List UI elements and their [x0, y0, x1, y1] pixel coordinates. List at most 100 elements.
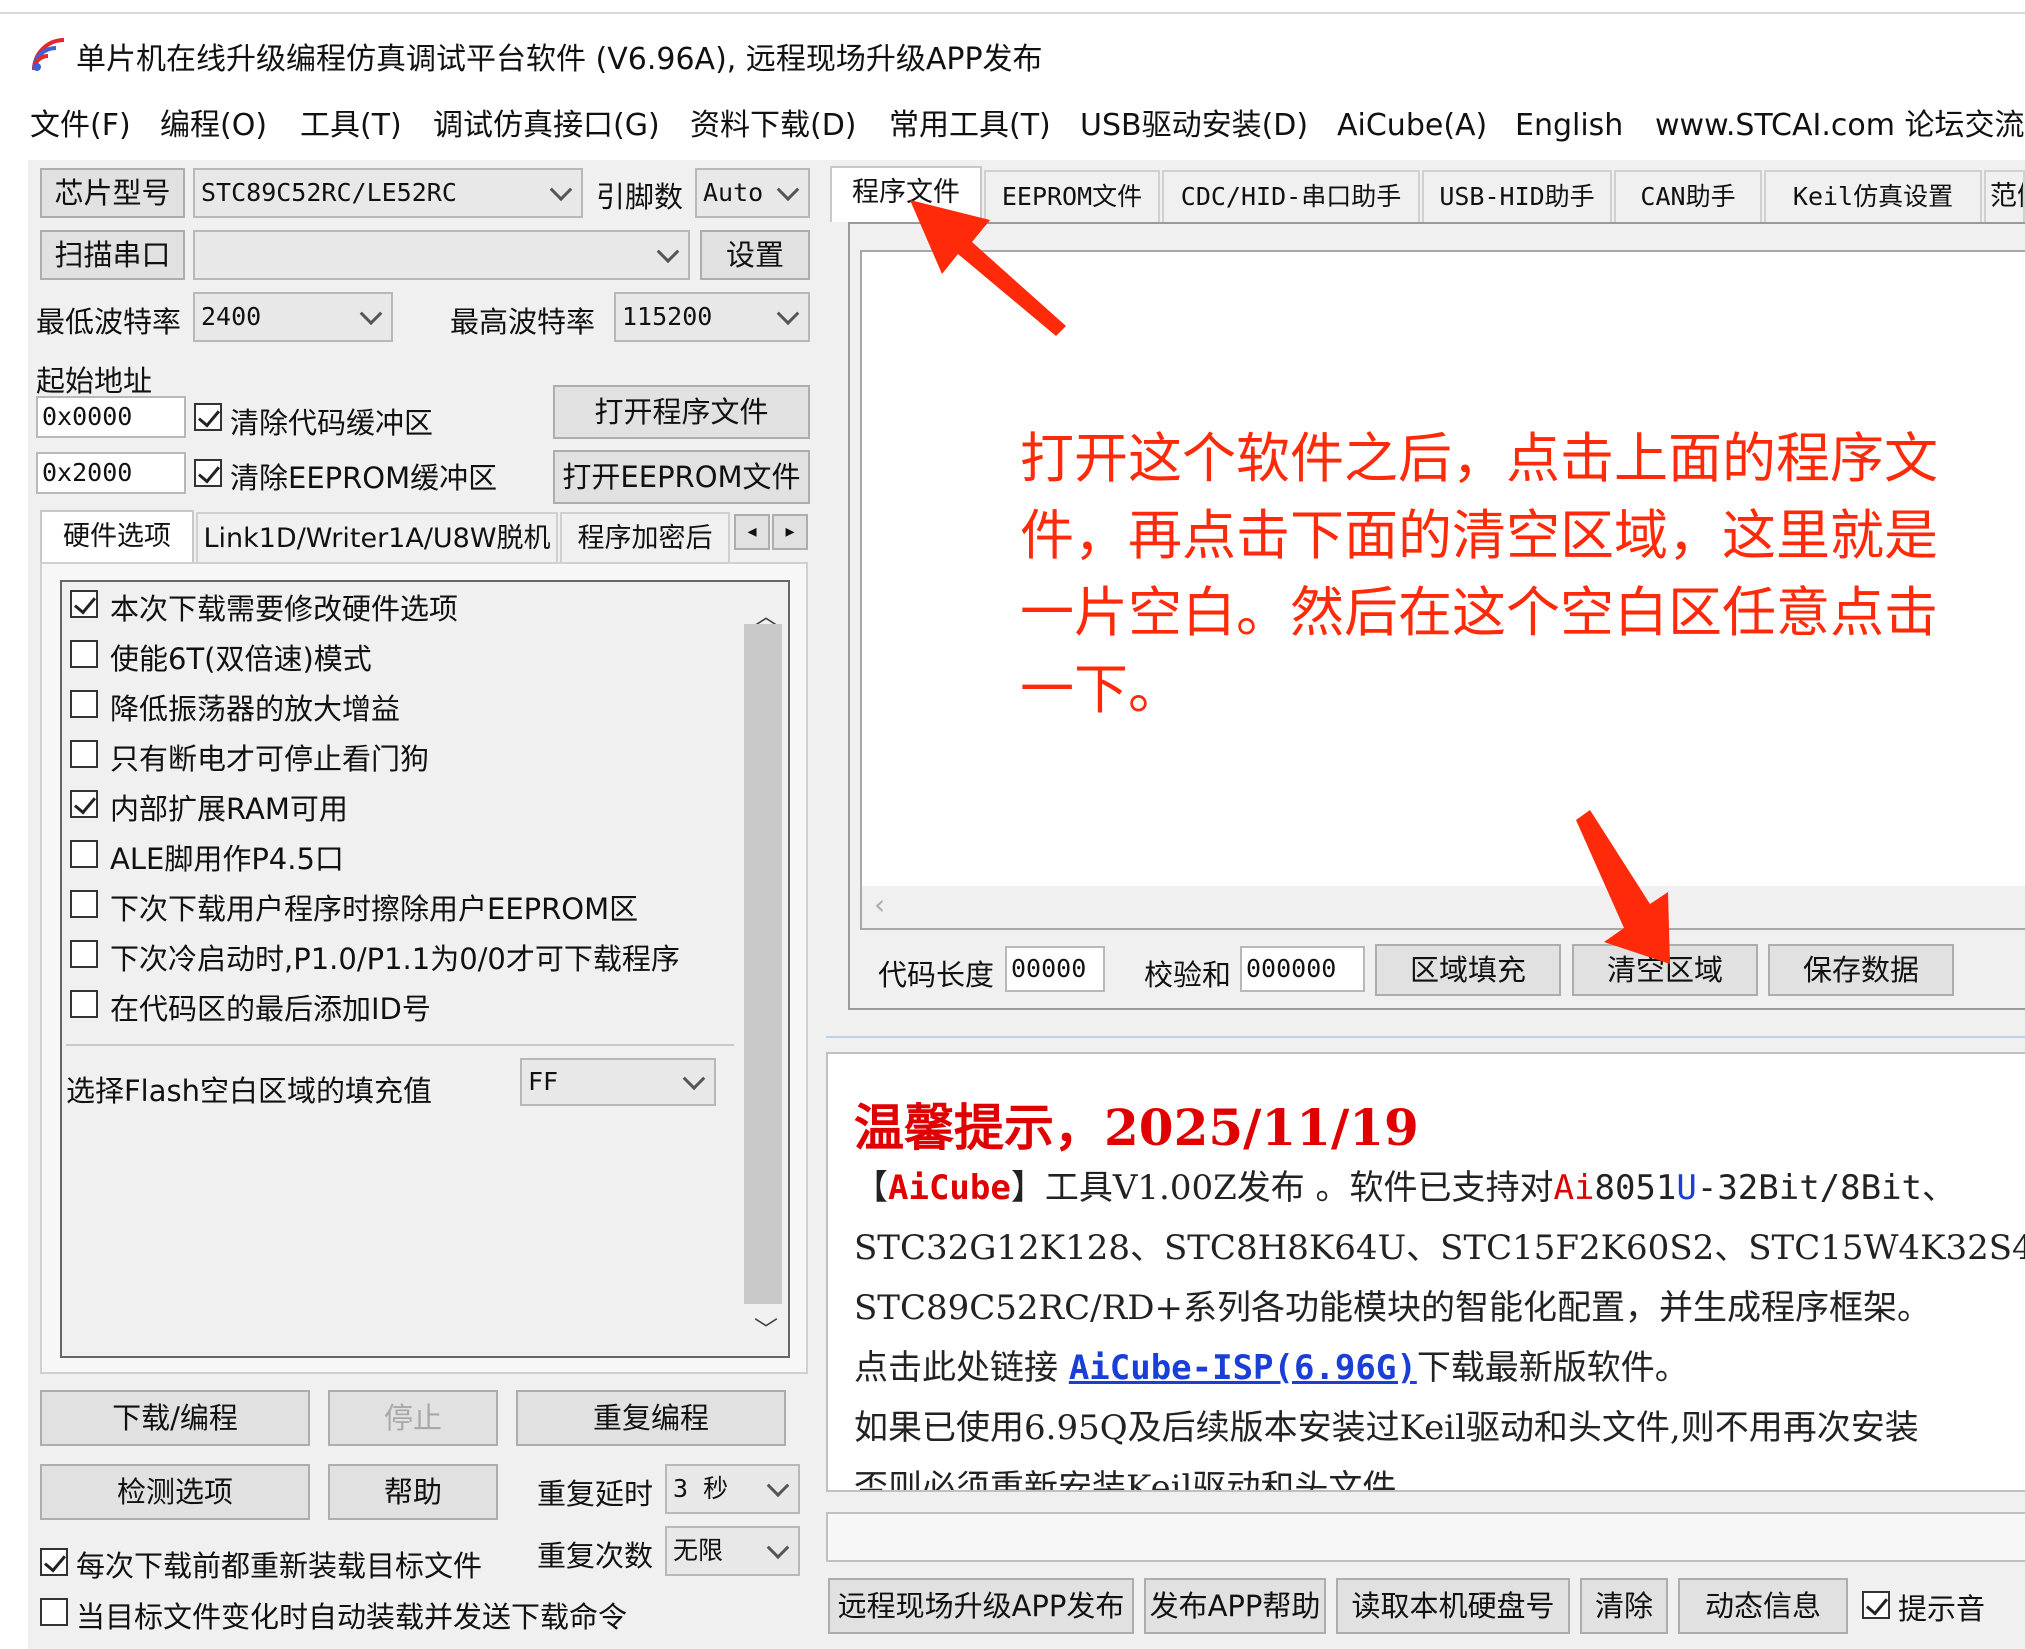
notice-text-1: 】工具V1.00Z发布 。软件已支持对 [1010, 1168, 1554, 1208]
options-scrollbar-thumb[interactable] [744, 624, 782, 1304]
notice-line-4: 点击此处链接 AiCube-ISP(6.96G)下载最新版软件。 [854, 1340, 1689, 1389]
beep-checkbox[interactable] [1862, 1591, 1890, 1619]
clear-code-buffer-checkbox[interactable] [194, 403, 222, 431]
min-baud-label: 最低波特率 [36, 305, 182, 339]
scroll-left-icon[interactable]: ‹ [874, 888, 885, 921]
hex-horizontal-scrollbar[interactable] [862, 886, 2025, 928]
tab-scroll-left-icon[interactable]: ◂ [734, 514, 770, 550]
option-checkbox-cold-boot[interactable] [70, 940, 98, 968]
tab-program-encryption[interactable]: 程序加密后 [560, 512, 730, 564]
tab-scroll-right-icon[interactable]: ▸ [772, 514, 808, 550]
publish-app-help-button[interactable]: 发布APP帮助 [1144, 1578, 1326, 1634]
port-select[interactable] [193, 230, 690, 280]
scroll-down-icon[interactable]: ﹀ [754, 1310, 778, 1345]
dynamic-info-button[interactable]: 动态信息 [1678, 1578, 1848, 1634]
notice-bit: -32Bit/8Bit、 [1696, 1168, 1957, 1208]
option-checkbox-erase-eeprom[interactable] [70, 890, 98, 918]
chip-model-select[interactable]: STC89C52RC/LE52RC [193, 168, 583, 218]
notice-line-1: 【AiCube】工具V1.00Z发布 。软件已支持对Ai8051U-32Bit/… [854, 1160, 1956, 1209]
reload-target-checkbox[interactable] [40, 1548, 68, 1576]
arrow-to-clear-area-icon [1576, 810, 1670, 964]
window-title: 单片机在线升级编程仿真调试平台软件 (V6.96A), 远程现场升级APP发布 [76, 42, 1043, 77]
tab-hardware-options[interactable]: 硬件选项 [40, 510, 194, 564]
code-length-label: 代码长度 [878, 958, 995, 992]
open-program-file-button[interactable]: 打开程序文件 [553, 385, 810, 439]
notice-line-5: 如果已使用6.95Q及后续版本安装过Keil驱动和头文件,则不用再次安装 [854, 1408, 1919, 1448]
tab-can[interactable]: CAN助手 [1614, 170, 1762, 222]
option-label-modify-hw: 本次下载需要修改硬件选项 [110, 592, 459, 626]
notice-title: 温馨提示，2025/11/19 [854, 1098, 1419, 1157]
option-label-ale-p45: ALE脚用作P4.5口 [110, 842, 344, 876]
annotation-text: 打开这个软件之后，点击上面的程序文件，再点击下面的清空区域，这里就是一片空白。然… [1020, 427, 1938, 721]
repeat-delay-value: 3 秒 [673, 1474, 729, 1503]
scan-port-button[interactable]: 扫描串口 [40, 230, 185, 280]
option-checkbox-modify-hw[interactable] [70, 590, 98, 618]
menu-english[interactable]: English [1515, 98, 1623, 154]
min-baud-value: 2400 [201, 302, 262, 331]
clear-button[interactable]: 清除 [1580, 1578, 1668, 1634]
settings-button[interactable]: 设置 [700, 230, 810, 280]
clear-code-buffer-label: 清除代码缓冲区 [230, 406, 434, 440]
option-checkbox-reduce-gain[interactable] [70, 690, 98, 718]
chip-model-value: STC89C52RC/LE52RC [201, 178, 457, 207]
clear-eeprom-buffer-label: 清除EEPROM缓冲区 [230, 461, 498, 495]
check-options-button[interactable]: 检测选项 [40, 1464, 310, 1520]
pins-select[interactable]: Auto [695, 168, 810, 218]
auto-send-label: 当目标文件变化时自动装载并发送下载命令 [76, 1600, 628, 1634]
wifi-signal-icon [32, 38, 68, 74]
option-checkbox-ext-ram[interactable] [70, 790, 98, 818]
tab-cdc-hid-serial[interactable]: CDC/HID-串口助手 [1162, 170, 1420, 222]
help-button[interactable]: 帮助 [328, 1464, 498, 1520]
fill-area-button[interactable]: 区域填充 [1375, 944, 1561, 996]
option-checkbox-6t-mode[interactable] [70, 640, 98, 668]
option-checkbox-watchdog[interactable] [70, 740, 98, 768]
splitter[interactable] [826, 1036, 2025, 1038]
menu-tools[interactable]: 工具(T) [300, 98, 402, 154]
code-start-address-input[interactable]: 0x0000 [36, 396, 186, 438]
aicube-isp-link[interactable]: AiCube-ISP(6.96G) [1069, 1348, 1417, 1388]
clear-eeprom-buffer-checkbox[interactable] [194, 459, 222, 487]
menu-forum[interactable]: www.STCAI.com 论坛交流 [1655, 98, 2024, 154]
reload-target-label: 每次下载前都重新装载目标文件 [76, 1549, 483, 1583]
min-baud-select[interactable]: 2400 [193, 292, 393, 342]
fill-value-select[interactable]: FF [520, 1058, 716, 1106]
download-program-button[interactable]: 下载/编程 [40, 1390, 310, 1446]
notice-link-prefix: 点击此处链接 [854, 1348, 1069, 1388]
remote-upgrade-button[interactable]: 远程现场升级APP发布 [828, 1578, 1134, 1634]
stop-button[interactable]: 停止 [328, 1390, 498, 1446]
chevron-down-icon [766, 1536, 790, 1560]
option-checkbox-add-id[interactable] [70, 990, 98, 1018]
chip-model-button[interactable]: 芯片型号 [40, 168, 185, 218]
eeprom-start-address-input[interactable]: 0x2000 [36, 452, 186, 494]
auto-send-checkbox[interactable] [40, 1598, 68, 1626]
chevron-down-icon [359, 302, 383, 326]
open-eeprom-file-button[interactable]: 打开EEPROM文件 [553, 450, 810, 504]
max-baud-select[interactable]: 115200 [614, 292, 810, 342]
menu-aicube[interactable]: AiCube(A) [1337, 98, 1487, 154]
max-baud-value: 115200 [622, 302, 713, 331]
status-input[interactable] [826, 1512, 2025, 1562]
tab-usb-hid[interactable]: USB-HID助手 [1422, 170, 1612, 222]
tab-examples[interactable]: 范例 [1984, 170, 2025, 222]
notice-u: U [1676, 1168, 1697, 1208]
pins-value: Auto [703, 178, 764, 207]
save-data-button[interactable]: 保存数据 [1768, 944, 1954, 996]
menu-program[interactable]: 编程(O) [160, 98, 267, 154]
menu-common-tools[interactable]: 常用工具(T) [889, 98, 1051, 154]
repeat-count-value: 无限 [673, 1536, 724, 1565]
reprogram-button[interactable]: 重复编程 [516, 1390, 786, 1446]
chevron-down-icon [776, 302, 800, 326]
menu-usb-driver[interactable]: USB驱动安装(D) [1080, 98, 1308, 154]
repeat-count-select[interactable]: 无限 [665, 1526, 800, 1576]
read-disk-id-button[interactable]: 读取本机硬盘号 [1336, 1578, 1570, 1634]
option-checkbox-ale-p45[interactable] [70, 840, 98, 868]
tab-keil-sim[interactable]: Keil仿真设置 [1764, 170, 1982, 222]
tab-offline-programmer[interactable]: Link1D/Writer1A/U8W脱机 [196, 512, 558, 564]
repeat-delay-select[interactable]: 3 秒 [665, 1464, 800, 1514]
code-length-value: 00000 [1005, 946, 1105, 992]
menu-downloads[interactable]: 资料下载(D) [690, 98, 857, 154]
menu-file[interactable]: 文件(F) [30, 98, 131, 154]
menu-debug-interface[interactable]: 调试仿真接口(G) [433, 98, 660, 154]
checksum-value: 000000 [1240, 946, 1365, 992]
notice-line-2: STC32G12K128、STC8H8K64U、STC15F2K60S2、STC… [854, 1228, 2025, 1268]
